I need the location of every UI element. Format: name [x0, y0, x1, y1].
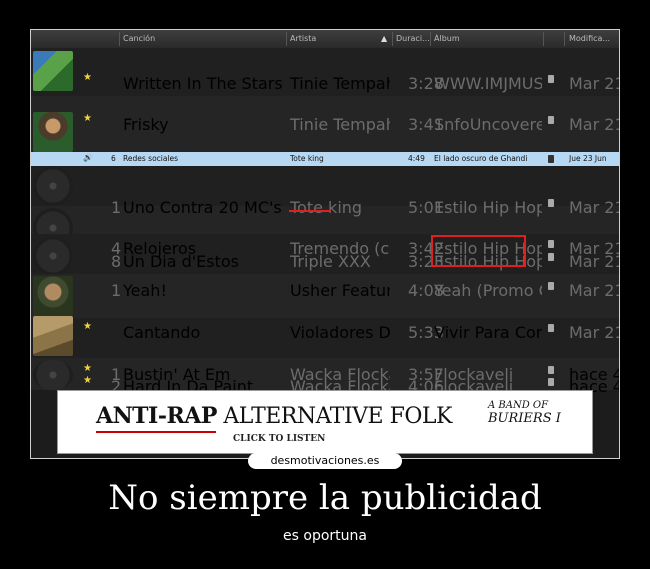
modified-date: Mar 21 Jun	[569, 323, 619, 342]
table-row-selected[interactable]: 🔊 6 Redes sociales Tote king 4:49 El lad…	[31, 152, 619, 166]
column-header-album[interactable]: Álbum	[434, 34, 534, 43]
document-icon	[548, 75, 554, 83]
ad-band-logo: A BAND OF BURIERS I	[488, 399, 568, 425]
table-row[interactable]: ★ Cantando Violadores Del Verso 5:33 Viv…	[31, 321, 619, 342]
document-icon	[548, 116, 554, 124]
star-icon[interactable]: ★	[83, 375, 92, 386]
ad-band-line2: BURIERS I	[488, 411, 561, 426]
album-name: Vivir Para Contarlo	[434, 323, 542, 342]
song-title: Cantando	[123, 323, 201, 342]
album-name: El lado oscuro de Ghandi	[434, 154, 528, 163]
column-separator[interactable]	[119, 32, 120, 46]
album-name: Estilo Hip Hop IV Disc 2	[434, 198, 542, 217]
column-separator[interactable]	[564, 32, 565, 46]
caption-subtitle: es oportuna	[283, 528, 367, 544]
song-title: Yeah!	[123, 281, 167, 300]
caption-title: No siempre la publicidad	[108, 478, 542, 518]
track-number: 1	[111, 198, 122, 217]
column-header-song[interactable]: Canción	[123, 34, 283, 43]
column-separator[interactable]	[286, 32, 287, 46]
modified-date: Jue 23 Jun	[569, 154, 607, 163]
ad-click-to-listen[interactable]: CLICK TO LISTEN	[233, 434, 325, 444]
star-icon[interactable]: ★	[83, 72, 92, 83]
album-art	[33, 51, 73, 91]
music-player-window: Canción Artista ▲ Duraci... Álbum Modifi…	[30, 29, 620, 459]
modified-date: Mar 21 Jun	[569, 281, 619, 300]
track-number: 1	[111, 281, 122, 300]
document-icon	[548, 240, 554, 248]
red-underline	[289, 210, 331, 212]
star-icon[interactable]: ★	[83, 321, 92, 332]
ad-banner[interactable]: ANTI-RAP ALTERNATIVE FOLK CLICK TO LISTE…	[57, 390, 593, 454]
column-separator[interactable]	[430, 32, 431, 46]
ad-title-light: ALTERNATIVE FOLK	[216, 404, 452, 429]
artist-name: Triple XXX	[290, 252, 371, 271]
ad-red-underline	[96, 431, 216, 433]
table-row[interactable]: 4 Relojeros Tremendo (con Sole bo s... 3…	[31, 237, 619, 258]
column-header-modified[interactable]: Modifica...	[569, 34, 619, 43]
track-number: 8	[111, 252, 122, 271]
site-label: desmotivaciones.es	[248, 453, 402, 469]
song-title: Frisky	[123, 115, 169, 134]
column-header-artist[interactable]: Artista	[290, 34, 380, 43]
column-header-duration[interactable]: Duraci...	[396, 34, 432, 43]
speaker-icon[interactable]: 🔊	[83, 153, 93, 162]
modified-date: Mar 21 Jun	[569, 198, 619, 217]
album-name: SnfoUncovered.Com	[434, 115, 542, 134]
song-title: Redes sociales	[123, 154, 179, 163]
document-icon	[548, 199, 554, 207]
star-icon[interactable]: ★	[83, 113, 92, 124]
table-row[interactable]: ★ 2 Hard In Da Paint Wacka Flocka Flame …	[31, 375, 619, 396]
document-icon	[548, 378, 554, 386]
document-icon	[548, 282, 554, 290]
table-header: Canción Artista ▲ Duraci... Álbum Modifi…	[31, 30, 619, 49]
artist-name: Tinie Tempah Ft. Labrinth	[290, 115, 390, 134]
table-row[interactable]: 8 Un Dia d'Estos Triple XXX 3:23 Estilo …	[31, 250, 619, 271]
song-title: Written In The Stars - Written In The St…	[123, 74, 283, 93]
ad-title-bold: ANTI-RAP	[96, 403, 217, 429]
document-icon	[548, 366, 554, 374]
modified-date: Mar 21 Jun	[569, 74, 619, 93]
modified-date: Mar 21 Jun	[569, 115, 619, 134]
table-row[interactable]: ★ Frisky Tinie Tempah Ft. Labrinth 3:41 …	[31, 113, 619, 134]
track-number: 6	[111, 154, 116, 163]
artist-name: Tote king	[290, 198, 363, 217]
table-row[interactable]: 1 Uno Contra 20 MC's Tote king 5:01 Esti…	[31, 196, 619, 217]
star-icon[interactable]: ★	[83, 363, 92, 374]
document-icon	[548, 324, 554, 332]
ad-title: ANTI-RAP ALTERNATIVE FOLK	[96, 403, 452, 429]
document-icon	[548, 253, 554, 261]
modified-date: Mar 21 Jun	[569, 252, 619, 271]
duration: 4:49	[408, 154, 425, 163]
artist-name: Tinie Tempah ft. Eric Turner	[290, 74, 390, 93]
table-row[interactable]: ★ Written In The Stars - Written In The …	[31, 72, 619, 93]
table-row[interactable]: 1 Yeah! Usher Featuring Lil' Jon &... 4:…	[31, 279, 619, 300]
column-separator[interactable]	[543, 32, 544, 46]
red-highlight-box	[431, 235, 526, 267]
song-title: Uno Contra 20 MC's	[123, 198, 282, 217]
song-title: Un Dia d'Estos	[123, 252, 239, 271]
artist-name: Violadores Del Verso	[290, 323, 390, 342]
artist-name: Usher Featuring Lil' Jon &...	[290, 281, 390, 300]
album-name: Yeah (Promo CDS)	[434, 281, 542, 300]
document-icon	[548, 155, 554, 163]
sort-up-icon[interactable]: ▲	[381, 34, 387, 43]
column-separator[interactable]	[392, 32, 393, 46]
artist-name: Tote king	[290, 154, 324, 163]
album-name: WWW.IMJMUSIC.NET	[434, 74, 542, 93]
